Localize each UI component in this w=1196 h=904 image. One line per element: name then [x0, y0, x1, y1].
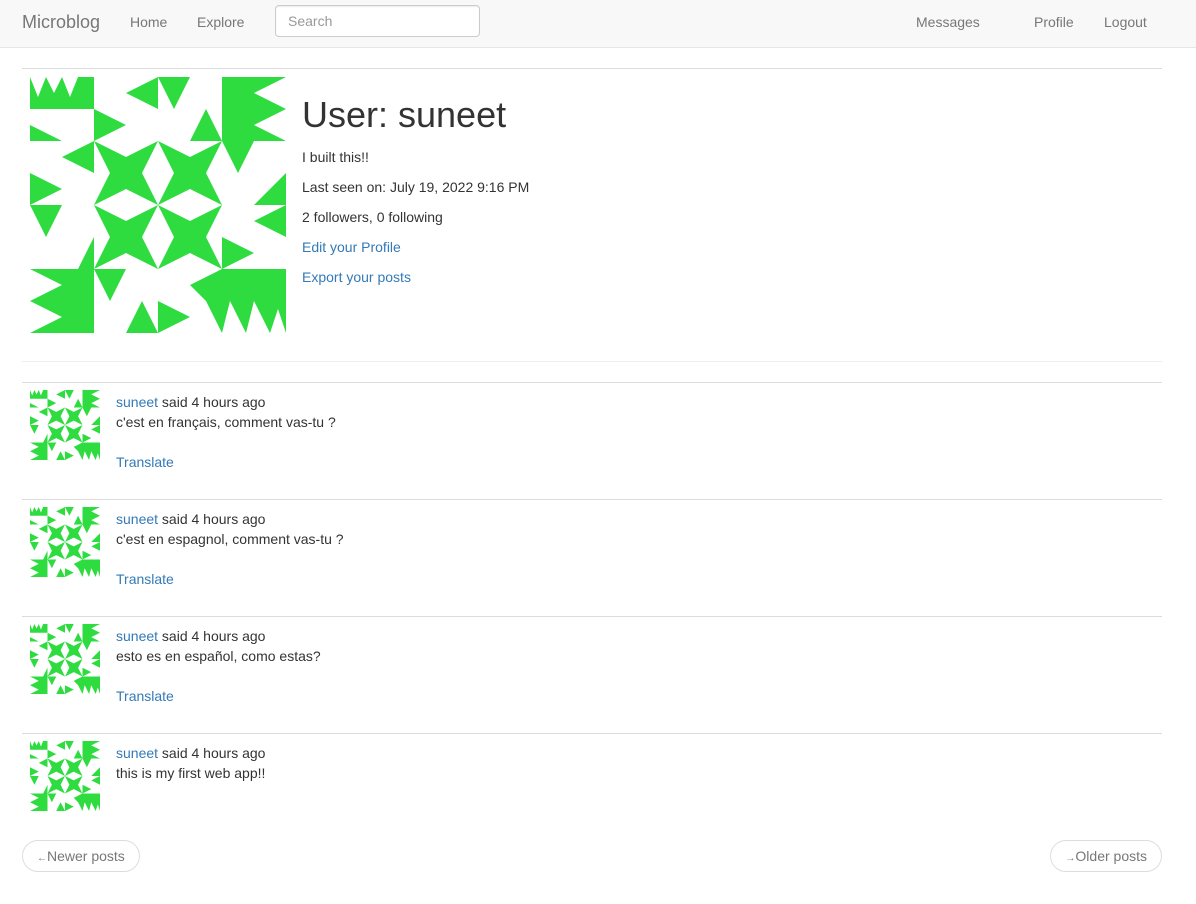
post-meta: suneet said 4 hours ago: [116, 626, 265, 646]
avatar[interactable]: [30, 390, 100, 460]
nav-logout[interactable]: Logout: [1104, 14, 1147, 30]
post-timestamp: said 4 hours ago: [158, 511, 266, 527]
post-timestamp: said 4 hours ago: [158, 394, 266, 410]
post-meta: suneet said 4 hours ago: [116, 509, 265, 529]
profile-avatar: [30, 77, 286, 333]
post-body: c'est en français, comment vas-tu ?: [116, 414, 336, 430]
avatar[interactable]: [30, 624, 100, 694]
post: suneet said 4 hours ago this is my first…: [22, 733, 1162, 823]
post-meta: suneet said 4 hours ago: [116, 743, 265, 763]
profile-about: I built this!!: [302, 149, 369, 165]
post-body: this is my first web app!!: [116, 765, 266, 781]
divider: [22, 361, 1162, 362]
follow-counts: 2 followers, 0 following: [302, 209, 443, 225]
post-author-link[interactable]: suneet: [116, 394, 158, 410]
post: suneet said 4 hours ago esto es en españ…: [22, 616, 1162, 733]
translate-link[interactable]: Translate: [116, 686, 174, 706]
newer-posts-label: Newer posts: [47, 848, 125, 864]
last-seen-text: Last seen on: July 19, 2022 9:16 PM: [302, 179, 530, 195]
navbar: Microblog Home Explore Messages Profile …: [0, 0, 1196, 48]
page-title: User: suneet: [302, 94, 507, 135]
avatar[interactable]: [30, 741, 100, 811]
post-author-link[interactable]: suneet: [116, 745, 158, 761]
nav-profile[interactable]: Profile: [1034, 14, 1074, 30]
post-body: c'est en espagnol, comment vas-tu ?: [116, 531, 344, 547]
edit-profile-link[interactable]: Edit your Profile: [302, 237, 401, 257]
post: suneet said 4 hours ago c'est en espagno…: [22, 499, 1162, 616]
older-posts-label: Older posts: [1075, 848, 1147, 864]
nav-messages[interactable]: Messages: [916, 14, 980, 30]
post-timestamp: said 4 hours ago: [158, 628, 266, 644]
translate-link[interactable]: Translate: [116, 452, 174, 472]
arrow-right-icon: →: [1065, 853, 1076, 864]
post-body: esto es en español, como estas?: [116, 648, 321, 664]
translate-link[interactable]: Translate: [116, 569, 174, 589]
brand-link[interactable]: Microblog: [22, 12, 100, 33]
nav-explore[interactable]: Explore: [197, 14, 244, 30]
search-input[interactable]: [275, 5, 480, 37]
nav-home[interactable]: Home: [130, 14, 167, 30]
divider: [22, 68, 1162, 69]
arrow-left-icon: ←: [37, 853, 47, 864]
older-posts-button[interactable]: →Older posts: [1050, 840, 1162, 872]
post-timestamp: said 4 hours ago: [158, 745, 266, 761]
export-posts-link[interactable]: Export your posts: [302, 267, 411, 287]
newer-posts-button[interactable]: ←Newer posts: [22, 840, 140, 872]
avatar[interactable]: [30, 507, 100, 577]
post-author-link[interactable]: suneet: [116, 628, 158, 644]
post-author-link[interactable]: suneet: [116, 511, 158, 527]
post: suneet said 4 hours ago c'est en françai…: [22, 382, 1162, 499]
post-meta: suneet said 4 hours ago: [116, 392, 265, 412]
